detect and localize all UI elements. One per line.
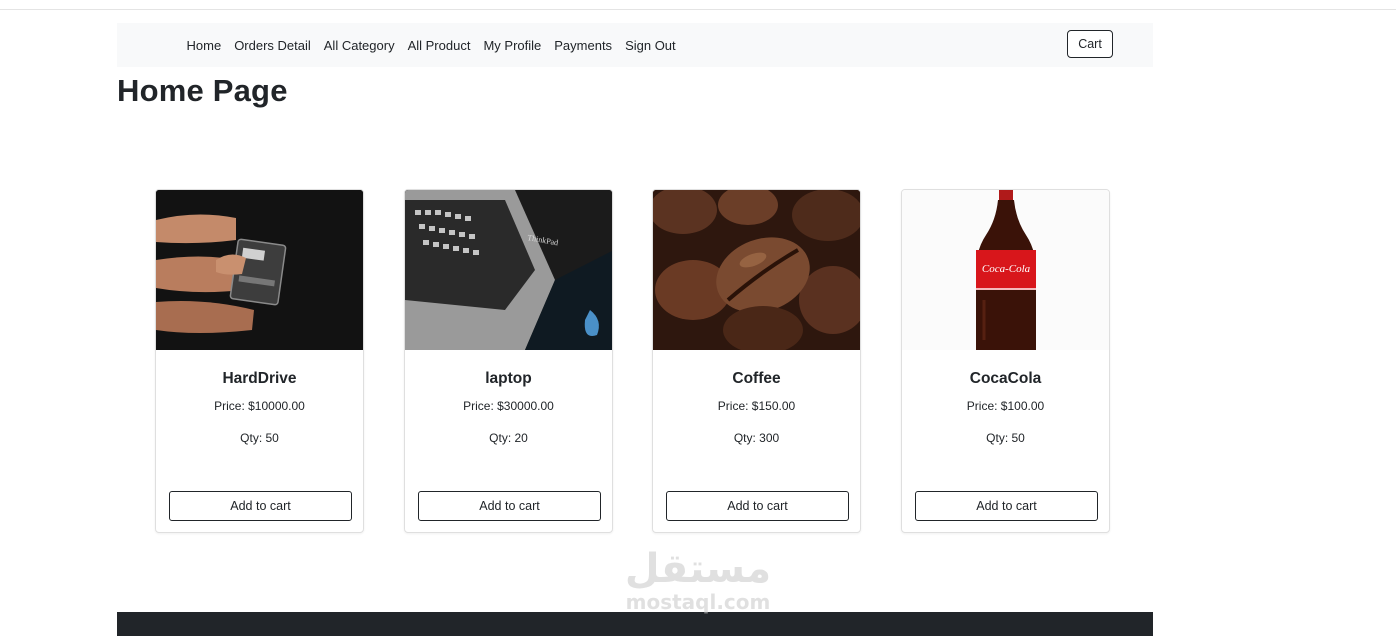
product-qty: Qty: 20 [489, 431, 528, 445]
nav-links: Home Orders Detail All Category All Prod… [180, 23, 682, 67]
nav-home[interactable]: Home [180, 38, 228, 53]
footer [117, 612, 1153, 636]
add-to-cart-button[interactable]: Add to cart [169, 491, 352, 521]
nav-sign-out[interactable]: Sign Out [619, 38, 683, 53]
page-title: Home Page [117, 73, 288, 108]
product-qty: Qty: 50 [986, 431, 1025, 445]
product-name: Coffee [732, 370, 781, 387]
navbar: Home Orders Detail All Category All Prod… [117, 23, 1153, 67]
nav-orders-detail[interactable]: Orders Detail [228, 38, 318, 53]
main-container: Home Orders Detail All Category All Prod… [117, 23, 1153, 533]
product-card: Coffee Price: $150.00 Qty: 300 Add to ca… [652, 189, 861, 533]
product-price: Price: $10000.00 [214, 399, 305, 413]
browser-top-edge [0, 0, 1396, 10]
product-name: CocaCola [969, 370, 1042, 387]
product-card: ThinkPad laptop Price: $30000.00 Qty: 20… [404, 189, 613, 533]
watermark-logo: مستقل mostaql.com [612, 546, 784, 612]
product-image-harddrive[interactable] [156, 190, 363, 350]
product-price: Price: $100.00 [966, 399, 1045, 413]
watermark-arabic: مستقل [624, 546, 772, 592]
product-card: Coca-Cola CocaCola Price: $100.00 Qty: 5… [901, 189, 1110, 533]
product-image-cocacola[interactable]: Coca-Cola [902, 190, 1109, 350]
nav-payments[interactable]: Payments [548, 38, 619, 53]
nav-all-category[interactable]: All Category [317, 38, 401, 53]
nav-my-profile[interactable]: My Profile [477, 38, 548, 53]
product-image-laptop[interactable]: ThinkPad [405, 190, 612, 350]
product-price: Price: $150.00 [717, 399, 796, 413]
cart-button[interactable]: Cart [1067, 30, 1113, 58]
add-to-cart-button[interactable]: Add to cart [666, 491, 849, 521]
svg-text:Coca-Cola: Coca-Cola [982, 263, 1031, 275]
product-grid: HardDrive Price: $10000.00 Qty: 50 Add t… [155, 189, 1110, 533]
product-qty: Qty: 50 [240, 431, 279, 445]
add-to-cart-button[interactable]: Add to cart [915, 491, 1098, 521]
product-qty: Qty: 300 [733, 431, 780, 445]
add-to-cart-button[interactable]: Add to cart [418, 491, 601, 521]
nav-all-product[interactable]: All Product [401, 38, 477, 53]
product-name: HardDrive [222, 370, 297, 387]
product-price: Price: $30000.00 [463, 399, 554, 413]
product-image-coffee[interactable] [653, 190, 860, 350]
product-name: laptop [485, 370, 532, 387]
watermark-latin: mostaql.com [625, 590, 771, 614]
product-card: HardDrive Price: $10000.00 Qty: 50 Add t… [155, 189, 364, 533]
